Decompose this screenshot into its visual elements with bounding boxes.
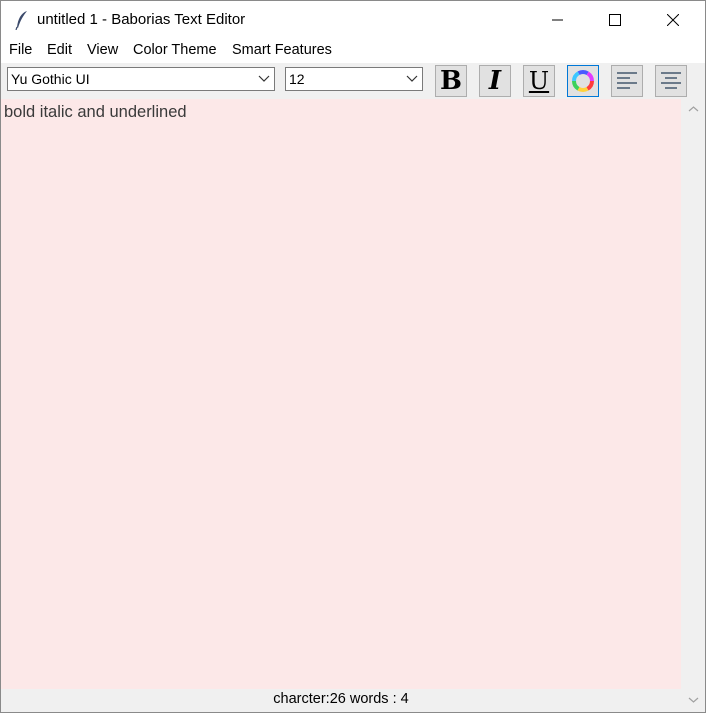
- italic-button[interactable]: I: [479, 65, 511, 97]
- menu-edit[interactable]: Edit: [47, 42, 72, 58]
- status-counts: charcter:26 words : 4: [273, 691, 409, 707]
- bold-button[interactable]: B: [435, 65, 467, 97]
- chevron-down-icon: [258, 75, 270, 82]
- maximize-button[interactable]: [586, 1, 644, 39]
- minimize-button[interactable]: [529, 1, 587, 39]
- font-size-select[interactable]: 12: [285, 67, 423, 91]
- align-left-button[interactable]: [611, 65, 643, 97]
- italic-icon: I: [488, 66, 502, 96]
- scroll-up-icon[interactable]: [688, 105, 699, 113]
- text-editor-area[interactable]: bold italic and underlined: [1, 99, 681, 689]
- menu-color-theme[interactable]: Color Theme: [133, 42, 217, 58]
- align-left-icon: [617, 72, 637, 89]
- title-bar[interactable]: untitled 1 - Baborias Text Editor: [1, 1, 705, 39]
- status-bar: charcter:26 words : 4: [1, 689, 681, 712]
- menu-smart-features[interactable]: Smart Features: [232, 42, 332, 58]
- menu-bar: File Edit View Color Theme Smart Feature…: [1, 39, 705, 63]
- align-center-icon: [661, 72, 681, 89]
- feather-icon: [15, 11, 27, 30]
- font-family-value: Yu Gothic UI: [11, 71, 90, 87]
- font-size-value: 12: [289, 71, 305, 87]
- underline-icon: U: [528, 67, 550, 95]
- close-icon: [667, 14, 679, 26]
- font-family-select[interactable]: Yu Gothic UI: [7, 67, 275, 91]
- color-wheel-icon: [572, 70, 594, 92]
- window-title: untitled 1 - Baborias Text Editor: [37, 11, 246, 28]
- bold-icon: B: [440, 66, 462, 96]
- align-center-button[interactable]: [655, 65, 687, 97]
- editor-content: bold italic and underlined: [4, 103, 187, 121]
- menu-view[interactable]: View: [87, 42, 118, 58]
- text-color-button[interactable]: [567, 65, 599, 97]
- chevron-down-icon: [406, 75, 418, 82]
- menu-file[interactable]: File: [9, 42, 32, 58]
- minimize-icon: [552, 19, 563, 21]
- vertical-scrollbar[interactable]: [682, 99, 705, 712]
- app-window: untitled 1 - Baborias Text Editor File E…: [0, 0, 706, 713]
- underline-button[interactable]: U: [523, 65, 555, 97]
- scroll-down-icon[interactable]: [688, 696, 699, 704]
- maximize-icon: [609, 14, 621, 26]
- close-button[interactable]: [644, 1, 702, 39]
- format-toolbar: Yu Gothic UI 12 B I U: [1, 63, 705, 161]
